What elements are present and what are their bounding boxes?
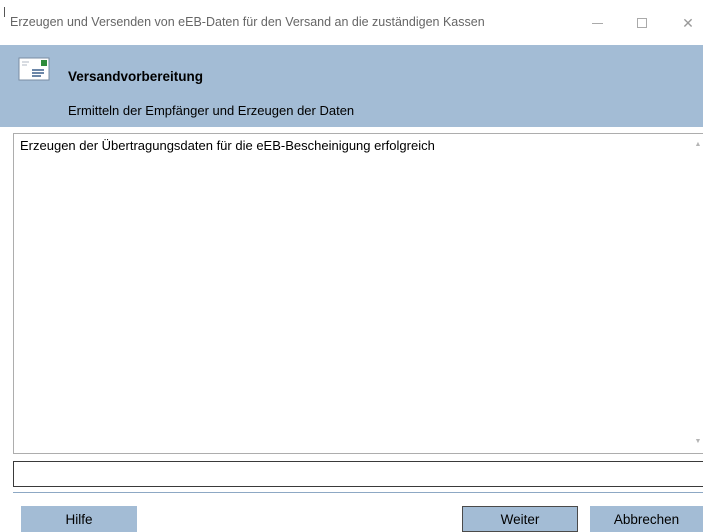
next-button[interactable]: Weiter xyxy=(462,506,578,532)
window-title: Erzeugen und Versenden von eEB-Daten für… xyxy=(10,15,485,29)
close-button[interactable]: ✕ xyxy=(668,8,703,38)
maximize-icon xyxy=(637,18,647,28)
scroll-down-arrow-icon[interactable]: ▼ xyxy=(693,437,703,447)
maximize-button[interactable] xyxy=(622,8,662,38)
log-line: Erzeugen der Übertragungsdaten für die e… xyxy=(20,138,435,153)
wizard-header: Versandvorbereitung Ermitteln der Empfän… xyxy=(0,45,703,127)
minimize-button[interactable] xyxy=(577,8,617,38)
minimize-icon xyxy=(591,22,603,24)
page-subtitle: Ermitteln der Empfänger und Erzeugen der… xyxy=(68,103,355,118)
scroll-up-arrow-icon[interactable]: ▲ xyxy=(693,140,703,150)
close-icon: ✕ xyxy=(682,14,694,31)
cancel-button[interactable]: Abbrechen xyxy=(590,506,703,532)
log-textarea[interactable]: Erzeugen der Übertragungsdaten für die e… xyxy=(13,133,703,454)
page-title: Versandvorbereitung xyxy=(68,69,204,84)
footer-divider xyxy=(13,492,703,493)
title-bar-notch xyxy=(4,7,5,17)
title-bar[interactable]: Erzeugen und Versenden von eEB-Daten für… xyxy=(0,0,703,44)
status-field[interactable] xyxy=(13,461,703,487)
help-button[interactable]: Hilfe xyxy=(21,506,137,532)
envelope-document-icon xyxy=(18,57,50,81)
